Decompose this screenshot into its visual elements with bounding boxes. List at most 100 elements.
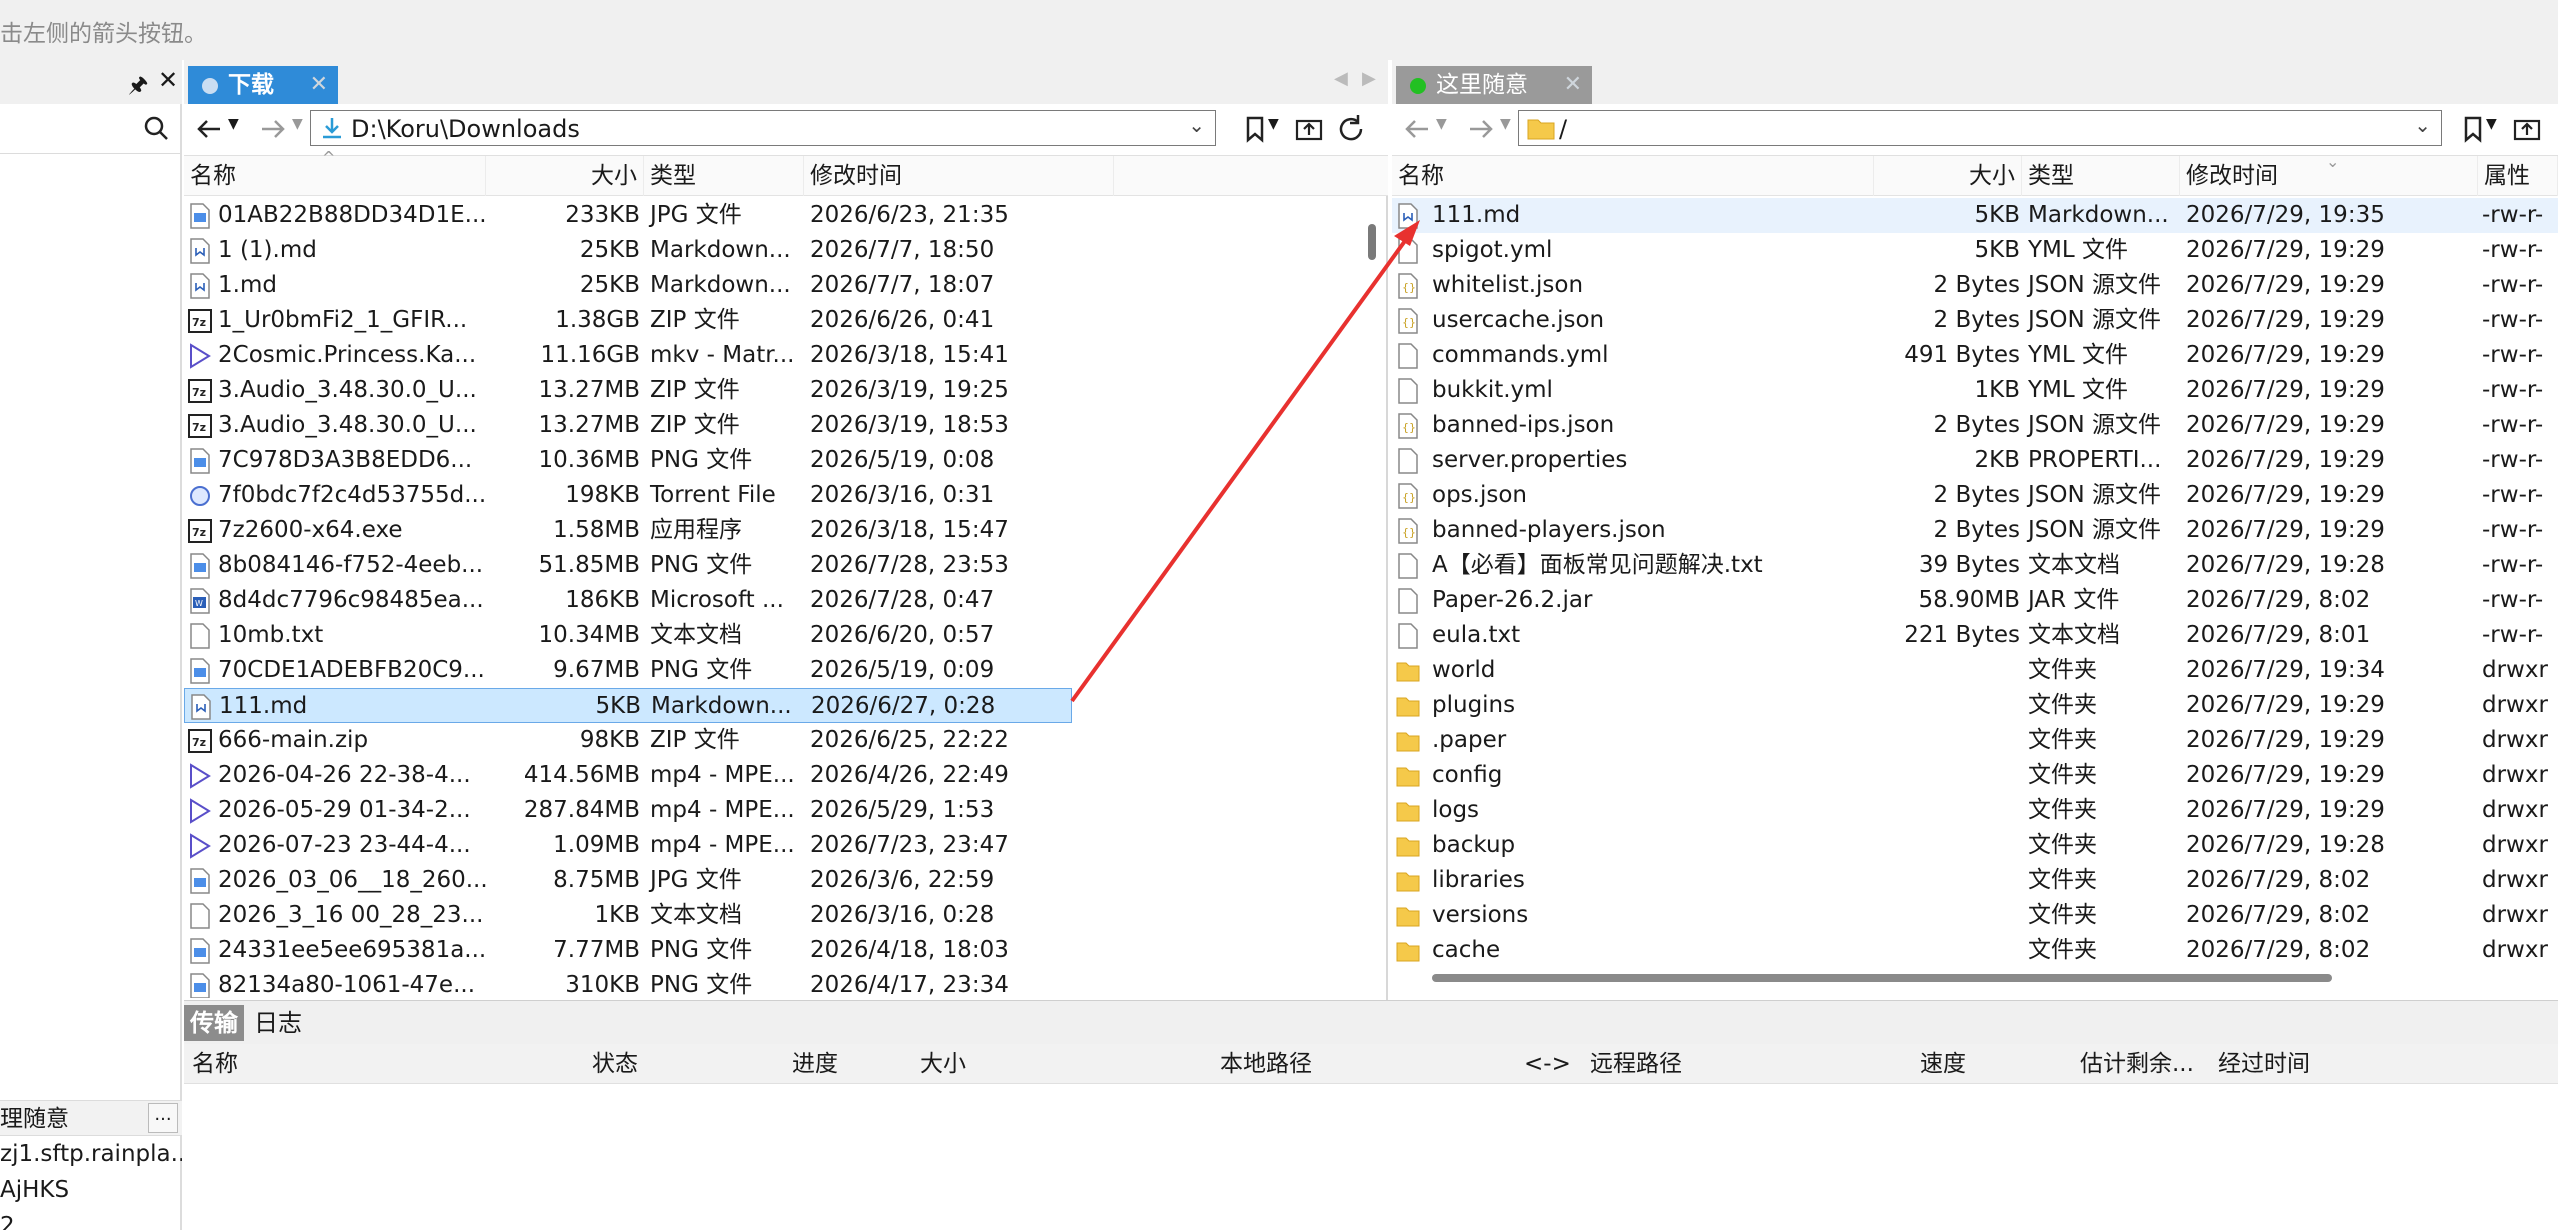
file-row[interactable]: 2026-07-23 23-44-4... 1.09MB mp4 - MPE... 2… (184, 828, 1364, 863)
session-item[interactable]: zj1.sftp.rainpla... (0, 1136, 182, 1172)
tab-remote-session[interactable]: 这里随意 ✕ (1396, 66, 1592, 104)
file-row[interactable]: {} banned-players.json 2 Bytes JSON 源文件 2026… (1392, 513, 2558, 548)
file-row[interactable]: 1 (1).md 25KB Markdown... 2026/7/7, 18:50 (184, 233, 1364, 268)
file-row[interactable]: server.properties 2KB PROPERTI... 2026/7/29… (1392, 443, 2558, 478)
refresh-icon[interactable] (1334, 112, 1368, 146)
forward-arrow-icon[interactable] (1464, 112, 1498, 146)
session-item[interactable]: 2 (0, 1208, 182, 1230)
search-icon[interactable] (142, 114, 170, 142)
file-row[interactable]: {} usercache.json 2 Bytes JSON 源文件 2026/7/29… (1392, 303, 2558, 338)
close-icon[interactable]: ✕ (158, 66, 178, 94)
transfer-column-name[interactable]: 名称 (192, 1044, 238, 1084)
chevron-down-icon[interactable]: ⌄ (1188, 113, 1205, 137)
bookmark-icon[interactable] (2456, 112, 2490, 146)
tab-scroll-right-icon[interactable]: ▶ (1362, 68, 1376, 89)
file-row[interactable]: 2026-05-29 01-34-2... 287.84MB mp4 - MPE..… (184, 793, 1364, 828)
session-item[interactable]: AjHKS (0, 1172, 182, 1208)
transfer-column-status[interactable]: 状态 (592, 1044, 638, 1084)
pin-icon[interactable]: 🖈 (128, 68, 148, 106)
folder-row[interactable]: backup 文件夹 2026/7/29, 19:28 drwxr (1392, 828, 2558, 863)
file-row[interactable]: {} ops.json 2 Bytes JSON 源文件 2026/7/29, 19:2… (1392, 478, 2558, 513)
transfer-column-elapsed[interactable]: 经过时间 (2218, 1044, 2310, 1084)
parent-folder-icon[interactable] (1292, 112, 1326, 146)
file-row[interactable]: commands.yml 491 Bytes YML 文件 2026/7/29, 19… (1392, 338, 2558, 373)
back-arrow-icon[interactable] (192, 112, 226, 146)
remote-horizontal-scrollbar[interactable] (1432, 974, 2332, 982)
file-row[interactable]: 7z 666-main.zip 98KB ZIP 文件 2026/6/25, 22:22 (184, 723, 1364, 758)
file-row[interactable]: 2026_3_16 00_28_23... 1KB 文本文档 2026/3/16, 0… (184, 898, 1364, 933)
file-row[interactable]: 7z 1_Ur0bmFi2_1_GFIR... 1.38GB ZIP 文件 2026/6… (184, 303, 1364, 338)
transfer-column-speed[interactable]: 速度 (1920, 1044, 1966, 1084)
tab-local-downloads[interactable]: 下载 ✕ (188, 66, 338, 104)
folder-row[interactable]: plugins 文件夹 2026/7/29, 19:29 drwxr (1392, 688, 2558, 723)
file-row[interactable]: 24331ee5ee695381a... 7.77MB PNG 文件 2026/4/1… (184, 933, 1364, 968)
file-row[interactable]: 70CDE1ADEBFB20C9... 9.67MB PNG 文件 2026/5/19… (184, 653, 1364, 688)
file-row[interactable]: Paper-26.2.jar 58.90MB JAR 文件 2026/7/29, 8:… (1392, 583, 2558, 618)
local-vertical-scrollbar[interactable] (1368, 224, 1376, 260)
file-row[interactable]: {} banned-ips.json 2 Bytes JSON 源文件 2026/7/2… (1392, 408, 2558, 443)
back-dropdown-icon[interactable]: ▼ (1436, 116, 1447, 132)
column-size[interactable]: 大小 (486, 156, 644, 196)
file-row[interactable]: 8b084146-f752-4eeb... 51.85MB PNG 文件 2026/7… (184, 548, 1364, 583)
back-arrow-icon[interactable] (1400, 112, 1434, 146)
file-row[interactable]: W 8d4dc7796c98485ea... 186KB Microsoft ... 2… (184, 583, 1364, 618)
file-row[interactable]: eula.txt 221 Bytes 文本文档 2026/7/29, 8:01 -rw-… (1392, 618, 2558, 653)
file-row[interactable]: 10mb.txt 10.34MB 文本文档 2026/6/20, 0:57 (184, 618, 1364, 653)
file-row[interactable]: 7z 3.Audio_3.48.30.0_U... 13.27MB ZIP 文件 202… (184, 408, 1364, 443)
more-button[interactable]: ... (148, 1103, 178, 1133)
column-modified[interactable]: 修改时间 (804, 156, 1114, 196)
file-row[interactable]: 1.md 25KB Markdown... 2026/7/7, 18:07 (184, 268, 1364, 303)
folder-row[interactable]: versions 文件夹 2026/7/29, 8:02 drwxr (1392, 898, 2558, 933)
close-tab-icon[interactable]: ✕ (1564, 66, 1582, 104)
column-permissions[interactable]: 属性 (2478, 156, 2558, 196)
folder-row[interactable]: config 文件夹 2026/7/29, 19:29 drwxr (1392, 758, 2558, 793)
transfer-column-direction[interactable]: <-> (1524, 1044, 1571, 1084)
local-path-field[interactable]: D:\Koru\Downloads ⌄ (310, 110, 1216, 146)
tab-log[interactable]: 日志 (248, 1005, 308, 1041)
file-row[interactable]: 2026-04-26 22-38-4... 414.56MB mp4 - MPE..… (184, 758, 1364, 793)
chevron-down-icon[interactable]: ⌄ (2414, 113, 2431, 137)
forward-arrow-icon[interactable] (256, 112, 290, 146)
file-row[interactable]: spigot.yml 5KB YML 文件 2026/7/29, 19:29 -rw-r… (1392, 233, 2558, 268)
transfer-column-size[interactable]: 大小 (920, 1044, 966, 1084)
session-group-header[interactable]: 理随意 ... (0, 1100, 182, 1136)
transfer-column-remote-path[interactable]: 远程路径 (1590, 1044, 1682, 1084)
bookmark-dropdown-icon[interactable]: ▼ (2486, 116, 2497, 132)
close-tab-icon[interactable]: ✕ (310, 66, 328, 104)
forward-dropdown-icon[interactable]: ▼ (292, 116, 303, 132)
folder-row[interactable]: world 文件夹 2026/7/29, 19:34 drwxr (1392, 653, 2558, 688)
file-row[interactable]: 82134a80-1061-47e... 310KB PNG 文件 2026/4/17… (184, 968, 1364, 998)
column-size[interactable]: 大小 (1874, 156, 2022, 196)
session-search[interactable] (0, 104, 182, 154)
file-row[interactable]: 2Cosmic.Princess.Ka... 11.16GB mkv - Matr.… (184, 338, 1364, 373)
file-row[interactable]: 01AB22B88DD34D1E... 233KB JPG 文件 2026/6/23,… (184, 198, 1364, 233)
file-row[interactable]: 7z 3.Audio_3.48.30.0_U... 13.27MB ZIP 文件 202… (184, 373, 1364, 408)
tab-scroll-left-icon[interactable]: ◀ (1334, 68, 1348, 89)
file-row[interactable]: 7z 7z2600-x64.exe 1.58MB 应用程序 2026/3/18, 15:… (184, 513, 1364, 548)
tab-transfer[interactable]: 传输 (184, 1005, 244, 1041)
transfer-column-eta[interactable]: 估计剩余... (2080, 1044, 2194, 1084)
bookmark-icon[interactable] (1238, 112, 1272, 146)
transfer-column-local-path[interactable]: 本地路径 (1220, 1044, 1312, 1084)
file-row[interactable]: {} whitelist.json 2 Bytes JSON 源文件 2026/7/29… (1392, 268, 2558, 303)
remote-path-field[interactable]: / ⌄ (1518, 110, 2442, 146)
column-type[interactable]: 类型 (644, 156, 804, 196)
folder-row[interactable]: cache 文件夹 2026/7/29, 8:02 drwxr (1392, 933, 2558, 968)
forward-dropdown-icon[interactable]: ▼ (1500, 116, 1511, 132)
file-row-selected[interactable]: 111.md 5KB Markdown... 2026/6/27, 0:28 (184, 688, 1072, 723)
file-row[interactable]: 7f0bdc7f2c4d53755d... 198KB Torrent File 20… (184, 478, 1364, 513)
column-type[interactable]: 类型 (2022, 156, 2180, 196)
folder-row[interactable]: libraries 文件夹 2026/7/29, 8:02 drwxr (1392, 863, 2558, 898)
file-row[interactable]: 7C978D3A3B8EDD6... 10.36MB PNG 文件 2026/5/19… (184, 443, 1364, 478)
bookmark-dropdown-icon[interactable]: ▼ (1268, 116, 1279, 132)
folder-row[interactable]: logs 文件夹 2026/7/29, 19:29 drwxr (1392, 793, 2558, 828)
file-row[interactable]: A【必看】面板常见问题解决.txt 39 Bytes 文本文档 2026/7/29, … (1392, 548, 2558, 583)
back-dropdown-icon[interactable]: ▼ (228, 116, 239, 132)
folder-row[interactable]: .paper 文件夹 2026/7/29, 19:29 drwxr (1392, 723, 2558, 758)
parent-folder-icon[interactable] (2510, 112, 2544, 146)
file-row[interactable]: bukkit.yml 1KB YML 文件 2026/7/29, 19:29 -rw-r… (1392, 373, 2558, 408)
column-name[interactable]: 名称 (1392, 156, 1874, 196)
file-row[interactable]: 111.md 5KB Markdown... 2026/7/29, 19:35 -rw-… (1392, 198, 2558, 233)
file-row[interactable]: 2026_03_06__18_260... 8.75MB JPG 文件 2026/3/… (184, 863, 1364, 898)
transfer-column-progress[interactable]: 进度 (792, 1044, 838, 1084)
